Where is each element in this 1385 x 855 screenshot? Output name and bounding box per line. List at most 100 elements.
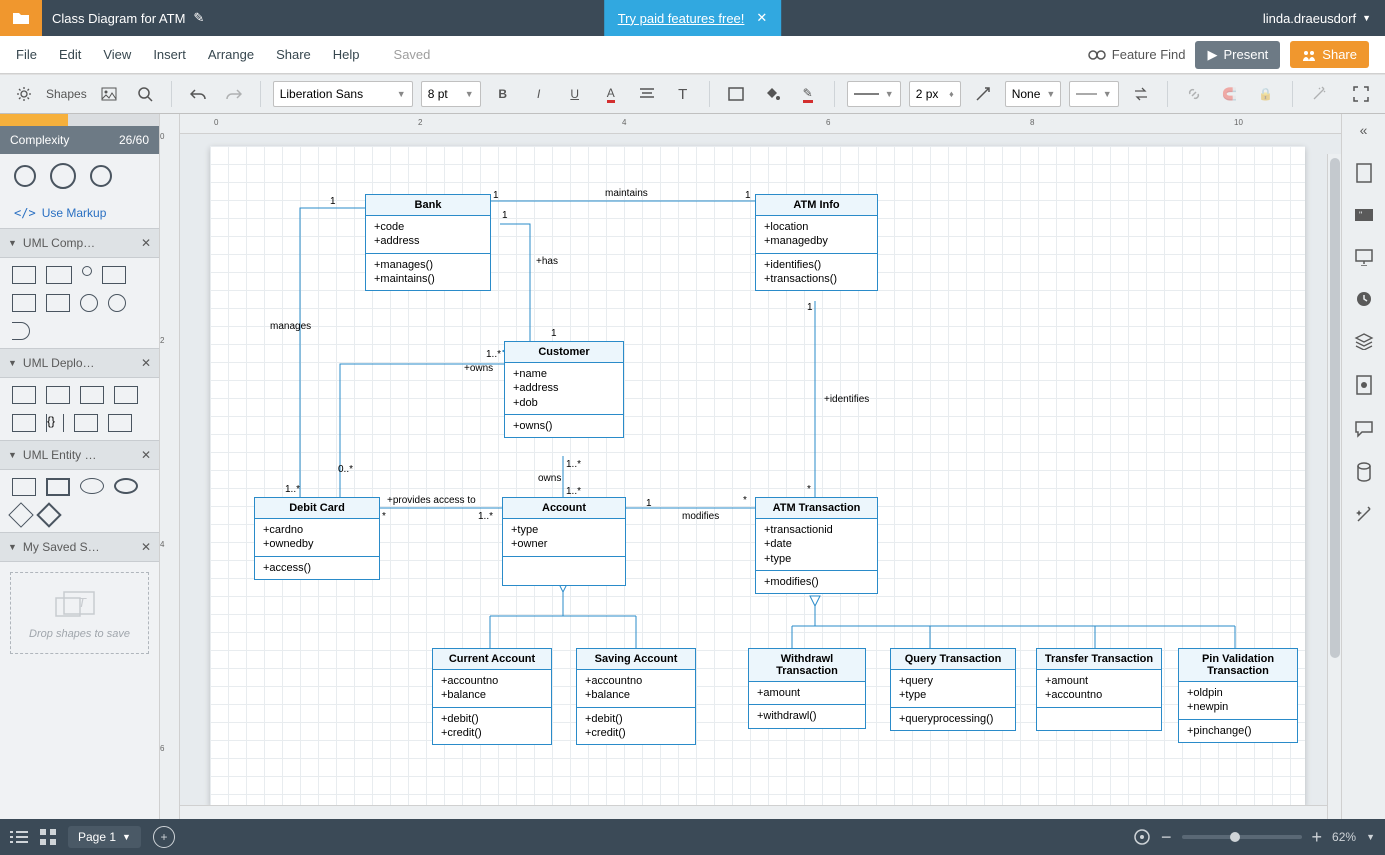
shape-icon[interactable] xyxy=(80,386,104,404)
menu-share[interactable]: Share xyxy=(276,47,311,62)
label[interactable]: 1 xyxy=(330,196,336,207)
menu-edit[interactable]: Edit xyxy=(59,47,81,62)
category-uml-comp[interactable]: ▼UML Comp…✕ xyxy=(0,228,159,258)
font-select[interactable]: Liberation Sans▼ xyxy=(273,81,413,107)
class-pin-validation[interactable]: Pin Validation Transaction +oldpin +newp… xyxy=(1178,648,1298,743)
history-icon[interactable] xyxy=(1355,290,1373,308)
redo-icon[interactable] xyxy=(220,80,248,108)
fullscreen-icon[interactable] xyxy=(1347,80,1375,108)
category-my-saved[interactable]: ▼My Saved S…✕ xyxy=(0,532,159,562)
label[interactable]: manages xyxy=(270,321,311,332)
shape-icon[interactable] xyxy=(80,478,104,494)
close-icon[interactable]: ✕ xyxy=(141,540,151,554)
text-format-icon[interactable]: T xyxy=(669,80,697,108)
shape-icon[interactable] xyxy=(36,502,61,527)
user-caret-icon[interactable]: ▼ xyxy=(1362,13,1371,23)
shape-small-circle-icon[interactable] xyxy=(90,165,112,187)
arrow-end-select[interactable]: ▼ xyxy=(1069,81,1119,107)
vertical-scrollbar[interactable] xyxy=(1327,154,1341,819)
label[interactable]: +identifies xyxy=(824,394,869,405)
label[interactable]: 1 xyxy=(807,302,813,313)
user-name[interactable]: linda.draeusdorf xyxy=(1263,11,1356,26)
page-settings-icon[interactable] xyxy=(1355,162,1373,184)
image-icon[interactable] xyxy=(95,80,123,108)
shape-icon[interactable] xyxy=(12,414,36,432)
present-button[interactable]: ▶ Present xyxy=(1195,41,1280,69)
lock-icon[interactable]: 🔒 xyxy=(1252,80,1280,108)
text-color-icon[interactable]: A xyxy=(597,80,625,108)
list-view-icon[interactable] xyxy=(10,830,28,844)
label[interactable]: 1 xyxy=(745,190,751,201)
label[interactable]: * xyxy=(743,495,747,506)
comment-icon[interactable]: " xyxy=(1354,208,1374,224)
magic-wand-icon[interactable] xyxy=(1305,80,1333,108)
search-icon[interactable] xyxy=(131,80,159,108)
label[interactable]: +owns xyxy=(464,363,493,374)
shape-icon[interactable] xyxy=(108,414,132,432)
label[interactable]: owns xyxy=(538,473,561,484)
label[interactable]: 1 xyxy=(493,190,499,201)
label[interactable]: 1 xyxy=(646,498,652,509)
close-icon[interactable]: ✕ xyxy=(141,236,151,250)
doc-title[interactable]: Class Diagram for ATM xyxy=(52,11,185,26)
class-debit-card[interactable]: Debit Card +cardno +ownedby +access() xyxy=(254,497,380,580)
shape-icon[interactable] xyxy=(82,266,92,276)
menu-file[interactable]: File xyxy=(16,47,37,62)
feature-find[interactable]: Feature Find xyxy=(1088,47,1186,62)
italic-icon[interactable]: I xyxy=(525,80,553,108)
close-icon[interactable]: ✕ xyxy=(141,448,151,462)
edit-title-icon[interactable]: ✎ xyxy=(193,10,204,26)
label[interactable]: 1..* xyxy=(486,349,501,360)
zoom-slider[interactable] xyxy=(1182,835,1302,839)
promo-link[interactable]: Try paid features free! xyxy=(618,11,745,26)
align-icon[interactable] xyxy=(633,80,661,108)
label[interactable]: 1 xyxy=(502,210,508,221)
label[interactable]: +provides access to xyxy=(387,495,476,506)
underline-icon[interactable]: U xyxy=(561,80,589,108)
horizontal-scrollbar[interactable] xyxy=(180,805,1327,819)
class-transfer-transaction[interactable]: Transfer Transaction +amount +accountno xyxy=(1036,648,1162,731)
shape-circle-icon[interactable] xyxy=(50,163,76,189)
bold-icon[interactable]: B xyxy=(489,80,517,108)
link-icon[interactable] xyxy=(1180,80,1208,108)
magnet-icon[interactable]: 🧲 xyxy=(1216,80,1244,108)
class-account[interactable]: Account +type +owner xyxy=(502,497,626,586)
class-query-transaction[interactable]: Query Transaction +query +type +querypro… xyxy=(890,648,1016,731)
diagram-page[interactable]: maintains 1 1 1 +has 1 1 manages 1..* 1.… xyxy=(210,146,1305,806)
shapes-settings-icon[interactable] xyxy=(10,80,38,108)
label[interactable]: 0..* xyxy=(338,464,353,475)
class-saving-account[interactable]: Saving Account +accountno +balance +debi… xyxy=(576,648,696,745)
border-style-icon[interactable] xyxy=(722,80,750,108)
magic-icon[interactable] xyxy=(1355,506,1373,524)
class-bank[interactable]: Bank +code +address +manages() +maintain… xyxy=(365,194,491,291)
shape-icon[interactable] xyxy=(12,478,36,496)
shape-icon[interactable] xyxy=(12,266,36,284)
collapse-panel-icon[interactable]: « xyxy=(1360,122,1368,138)
shape-person-icon[interactable] xyxy=(14,165,36,187)
shape-icon[interactable] xyxy=(80,294,98,312)
arrow-start-select[interactable]: None▼ xyxy=(1005,81,1061,107)
class-atm-transaction[interactable]: ATM Transaction +transactionid +date +ty… xyxy=(755,497,878,594)
layers-icon[interactable] xyxy=(1354,332,1374,350)
menu-insert[interactable]: Insert xyxy=(153,47,186,62)
line-style-select[interactable]: ▼ xyxy=(847,81,901,107)
shape-icon[interactable] xyxy=(12,322,30,340)
shape-icon[interactable] xyxy=(46,478,70,496)
class-atm-info[interactable]: ATM Info +location +managedby +identifie… xyxy=(755,194,878,291)
label[interactable]: 1..* xyxy=(285,484,300,495)
presentation-icon[interactable] xyxy=(1354,248,1374,266)
category-uml-entity[interactable]: ▼UML Entity …✕ xyxy=(0,440,159,470)
shape-icon[interactable] xyxy=(46,266,72,284)
add-page-icon[interactable]: + xyxy=(153,826,175,848)
shape-icon[interactable] xyxy=(102,266,126,284)
connector-type-icon[interactable] xyxy=(969,80,997,108)
class-current-account[interactable]: Current Account +accountno +balance +deb… xyxy=(432,648,552,745)
category-uml-deploy[interactable]: ▼UML Deplo…✕ xyxy=(0,348,159,378)
label[interactable]: * xyxy=(382,511,386,522)
zoom-in-icon[interactable]: + xyxy=(1312,827,1323,848)
menu-view[interactable]: View xyxy=(103,47,131,62)
shape-icon[interactable] xyxy=(114,478,138,494)
use-markup-link[interactable]: </> Use Markup xyxy=(0,198,159,228)
fill-color-icon[interactable] xyxy=(758,80,786,108)
label[interactable]: 1..* xyxy=(478,511,493,522)
